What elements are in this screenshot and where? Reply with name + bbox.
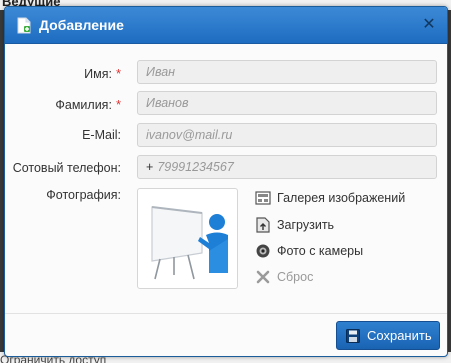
dialog-titlebar: Добавление ✕ <box>5 7 447 44</box>
add-contact-dialog: Добавление ✕ Имя: * Иван Фамилия: * Иванов… <box>4 6 448 357</box>
upload-label: Загрузить <box>277 218 335 232</box>
first-name-label: Имя: * <box>9 66 121 81</box>
photo-preview <box>137 188 238 289</box>
phone-label: Сотовый телефон: <box>9 161 121 175</box>
phone-prefix: + <box>146 160 154 174</box>
email-label: E-Mail: <box>9 128 121 142</box>
email-label-text: E-Mail: <box>82 128 121 142</box>
dialog-title: Добавление <box>39 17 124 33</box>
footer-divider <box>5 313 447 314</box>
presenter-avatar-icon <box>151 206 228 280</box>
floppy-disk-icon <box>346 329 360 343</box>
close-icon[interactable]: ✕ <box>419 15 439 35</box>
add-document-icon <box>17 17 31 34</box>
first-name-placeholder: Иван <box>146 65 176 79</box>
save-label: Сохранить <box>367 328 432 343</box>
first-name-label-text: Имя: <box>84 67 112 81</box>
save-button[interactable]: Сохранить <box>336 321 440 350</box>
required-mark: * <box>115 97 121 112</box>
reset-label: Сброс <box>277 270 314 284</box>
last-name-label: Фамилия: * <box>9 97 121 112</box>
phone-input[interactable]: +79991234567 <box>137 155 437 179</box>
gallery-icon <box>255 191 271 205</box>
gallery-label: Галерея изображений <box>277 191 406 205</box>
required-mark: * <box>115 66 121 81</box>
last-name-input[interactable]: Иванов <box>137 91 437 115</box>
email-placeholder: ivanov@mail.ru <box>146 128 233 142</box>
first-name-input[interactable]: Иван <box>137 60 437 84</box>
email-input[interactable]: ivanov@mail.ru <box>137 123 437 147</box>
last-name-placeholder: Иванов <box>146 96 189 110</box>
webcam-icon <box>256 244 270 258</box>
phone-label-text: Сотовый телефон: <box>12 161 121 175</box>
reset-x-icon <box>256 270 270 284</box>
last-name-label-text: Фамилия: <box>55 98 112 112</box>
camera-label: Фото с камеры <box>277 244 364 258</box>
upload-icon <box>256 217 270 233</box>
photo-label: Фотография: <box>46 188 121 202</box>
phone-placeholder: 79991234567 <box>157 160 234 174</box>
